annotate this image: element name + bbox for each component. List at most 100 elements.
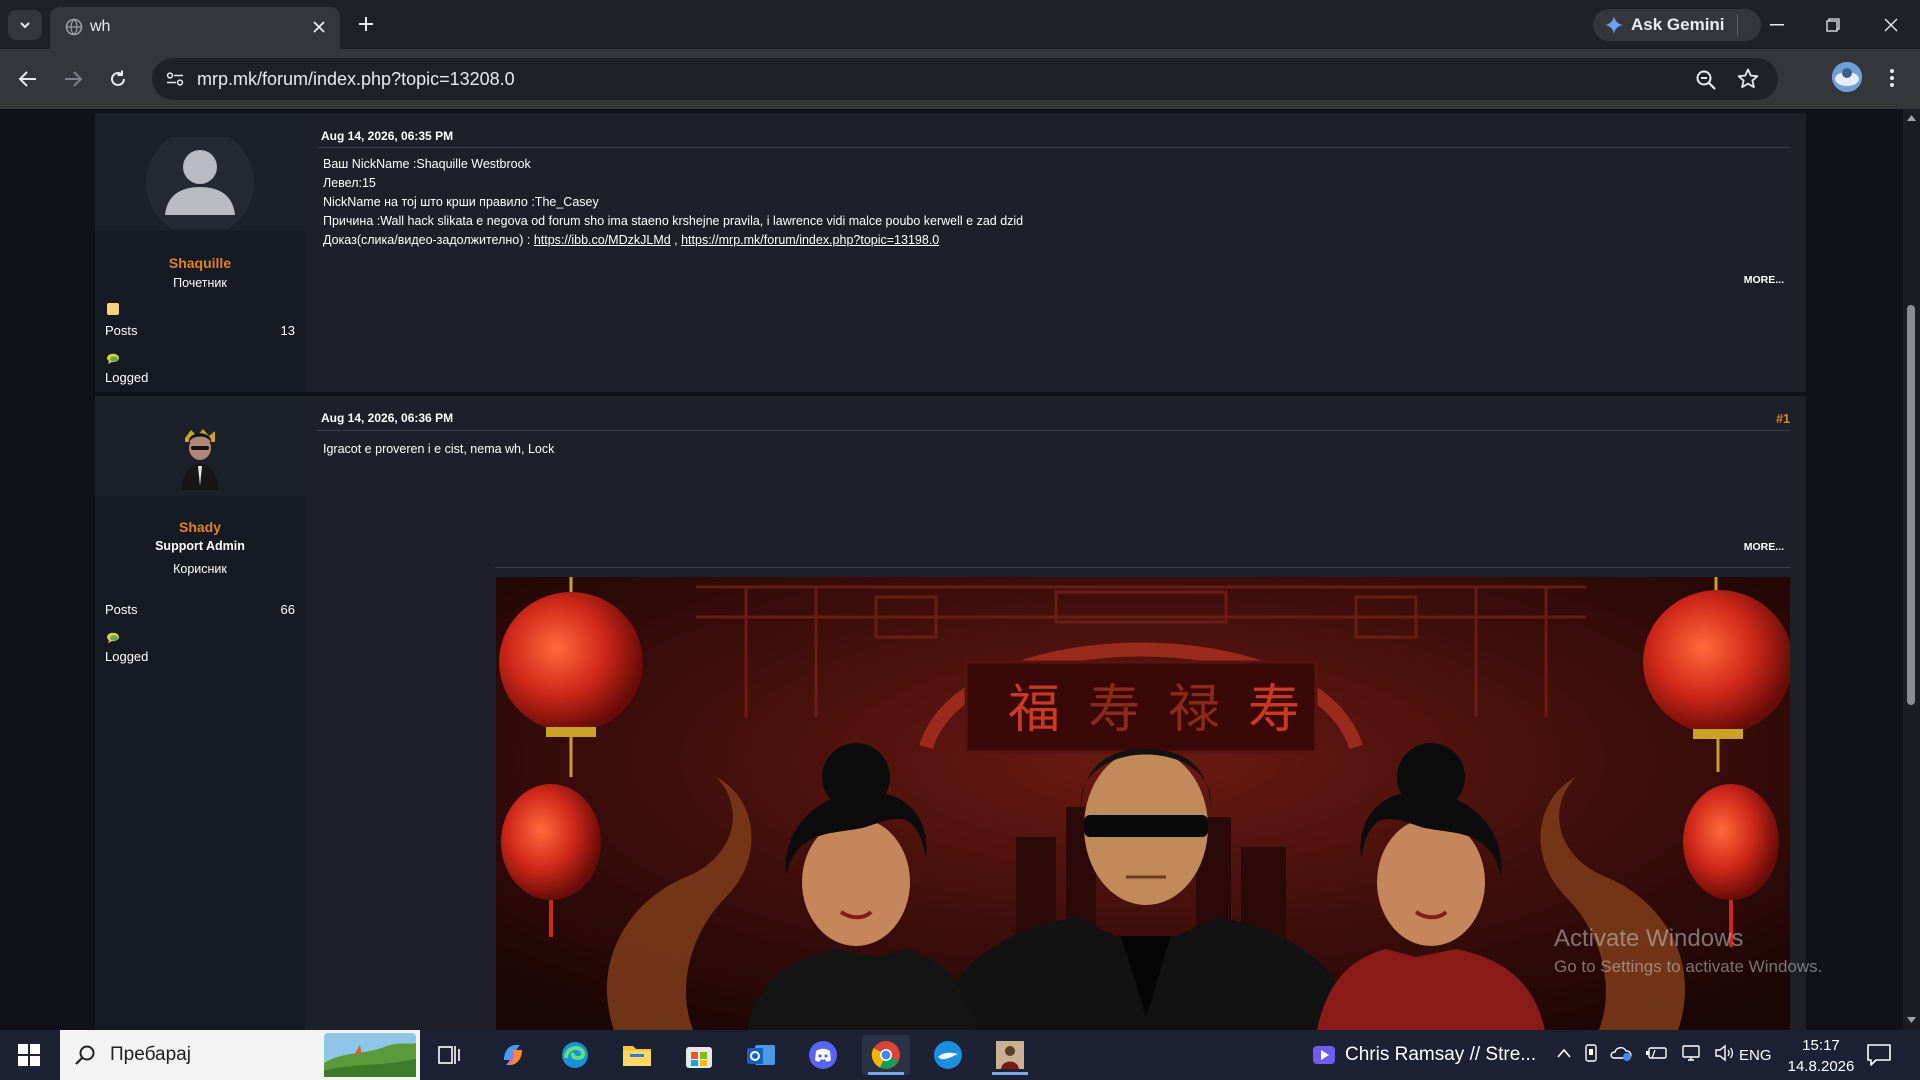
taskbar-app-vpn[interactable]: [924, 1035, 972, 1075]
post-author-rank: Почетник: [173, 276, 227, 290]
notification-center-icon[interactable]: [1866, 1043, 1892, 1067]
svg-text:寿: 寿: [1088, 680, 1140, 740]
post-author-group: Support Admin: [155, 539, 245, 553]
arrow-right-icon: [65, 71, 82, 87]
activation-subtitle: Go to Settings to activate Windows.: [1554, 957, 1823, 976]
new-tab-button[interactable]: [354, 12, 378, 36]
taskbar-app-store[interactable]: [675, 1035, 723, 1075]
posts-label: Posts: [105, 602, 138, 617]
post-content: Aug 14, 2026, 06:35 PM Ваш NickName :Sha…: [305, 113, 1806, 392]
restore-button[interactable]: [1810, 10, 1856, 40]
post-divider: [317, 147, 1790, 148]
browser-tab-strip: wh Ask Gemini: [0, 0, 1920, 49]
post-line: Ваш NickName :Shaquille Westbrook: [323, 157, 531, 171]
avatar-image: [1832, 62, 1862, 92]
taskbar-app-discord[interactable]: [799, 1035, 847, 1075]
post-line: NickName на тој што крши правило :The_Ca…: [323, 195, 599, 209]
taskbar-app-edge[interactable]: [551, 1035, 599, 1075]
bookmark-star-icon[interactable]: [1736, 67, 1760, 91]
post-date[interactable]: Aug 14, 2026, 06:35 PM: [321, 129, 453, 143]
gemini-sparkle-icon: [1605, 16, 1623, 34]
tune-icon: [166, 72, 184, 86]
taskbar-search-placeholder: Пребарај: [110, 1044, 191, 1065]
minimize-button[interactable]: [1754, 10, 1800, 40]
post-author-rank: Корисник: [173, 562, 227, 576]
taskbar-app-outlook[interactable]: [737, 1035, 785, 1075]
folder-icon: [623, 1046, 651, 1066]
forward-button[interactable]: [57, 63, 89, 95]
back-button[interactable]: [12, 63, 44, 95]
more-button[interactable]: MORE...: [1744, 274, 1784, 286]
posts-count: 13: [280, 323, 295, 338]
posts-label: Posts: [105, 323, 138, 338]
start-button[interactable]: [0, 1030, 58, 1080]
close-window-button[interactable]: [1868, 10, 1914, 40]
taskbar-app-game[interactable]: [986, 1035, 1034, 1075]
tab-close-button[interactable]: [308, 16, 330, 38]
svg-text:禄: 禄: [1168, 680, 1220, 740]
proof-link-imgbb[interactable]: https://ibb.co/MDzkJLMd: [534, 233, 671, 247]
more-button[interactable]: MORE...: [1744, 541, 1784, 553]
windows-logo-icon: [18, 1044, 40, 1066]
post-date[interactable]: Aug 14, 2026, 06:36 PM: [321, 411, 453, 425]
outlook-icon: [747, 1045, 775, 1065]
url-text[interactable]: mrp.mk/forum/index.php?topic=13208.0: [197, 69, 515, 90]
scroll-up-arrow-icon[interactable]: [1906, 114, 1917, 122]
chevron-up-icon[interactable]: [1556, 1047, 1572, 1059]
post-author[interactable]: Shaquille: [95, 255, 305, 271]
task-view-icon: [438, 1046, 460, 1064]
rank-star-icon: [107, 303, 119, 315]
taskbar-app-copilot[interactable]: [489, 1035, 537, 1075]
zoom-out-icon[interactable]: [1694, 68, 1718, 92]
activation-title: Activate Windows: [1554, 925, 1744, 952]
scroll-down-arrow-icon[interactable]: [1906, 1016, 1917, 1024]
user-avatar[interactable]: [175, 426, 225, 490]
address-bar[interactable]: mrp.mk/forum/index.php?topic=13208.0: [152, 58, 1778, 100]
more-vertical-icon: [1890, 69, 1894, 87]
media-title: Chris Ramsay // Stre...: [1345, 1044, 1537, 1065]
poster-info: Shaquille Почетник Posts 13 Logged: [95, 113, 305, 392]
taskbar-app-file-explorer[interactable]: [613, 1035, 661, 1075]
onedrive-icon[interactable]: [1610, 1044, 1634, 1062]
tab-active[interactable]: wh: [50, 7, 340, 49]
post-number[interactable]: #1: [1776, 412, 1790, 426]
reload-button[interactable]: [102, 63, 134, 95]
search-icon: [75, 1045, 95, 1065]
profile-avatar[interactable]: [1832, 62, 1862, 92]
battery-icon[interactable]: [1646, 1045, 1668, 1061]
page-viewport: Shaquille Почетник Posts 13 Logged Aug 1…: [0, 109, 1920, 1030]
open-app-indicator: [992, 1072, 1028, 1075]
video-icon: [1313, 1046, 1335, 1064]
proof-link-forum[interactable]: https://mrp.mk/forum/index.php?topic=131…: [681, 233, 939, 247]
logged-status: Logged: [105, 370, 149, 385]
network-icon[interactable]: [1680, 1044, 1702, 1062]
taskbar-media-widget[interactable]: Chris Ramsay // Stre...: [1313, 1044, 1536, 1066]
volume-icon[interactable]: [1714, 1044, 1734, 1062]
scroll-thumb[interactable]: [1907, 305, 1915, 705]
chrome-icon: [871, 1041, 900, 1069]
svg-text:寿: 寿: [1248, 680, 1300, 740]
taskbar-search-box[interactable]: Пребарај: [60, 1030, 420, 1080]
tab-search-button[interactable]: [8, 10, 42, 40]
system-tray: [1556, 1044, 1734, 1062]
page-scrollbar[interactable]: [1903, 109, 1920, 1030]
forum-post: Shady Support Admin Корисник Posts 66 Lo…: [95, 396, 1806, 1030]
edge-icon: [562, 1042, 588, 1068]
ask-gemini-button[interactable]: Ask Gemini: [1593, 9, 1761, 41]
taskbar-app-chrome[interactable]: [862, 1035, 910, 1075]
reload-icon: [111, 70, 125, 86]
plus-icon: [359, 17, 373, 31]
input-language[interactable]: ENG: [1739, 1047, 1772, 1064]
site-info-button[interactable]: [162, 67, 188, 91]
forum-post: Shaquille Почетник Posts 13 Logged Aug 1…: [95, 113, 1806, 392]
taskbar-clock[interactable]: 15:17 14.8.2026: [1783, 1035, 1859, 1077]
post-author[interactable]: Shady: [95, 519, 305, 535]
windows-taskbar: Пребарај Chris Ramsay // Stre... ENG 15:…: [0, 1030, 1920, 1080]
tab-title: wh: [90, 18, 111, 35]
speech-bubble-icon: [107, 353, 119, 364]
search-highlight-image: [324, 1033, 416, 1077]
browser-menu-button[interactable]: [1880, 64, 1904, 92]
task-view-button[interactable]: [426, 1035, 474, 1075]
device-icon[interactable]: [1584, 1044, 1598, 1062]
game-app-icon: [996, 1041, 1024, 1069]
